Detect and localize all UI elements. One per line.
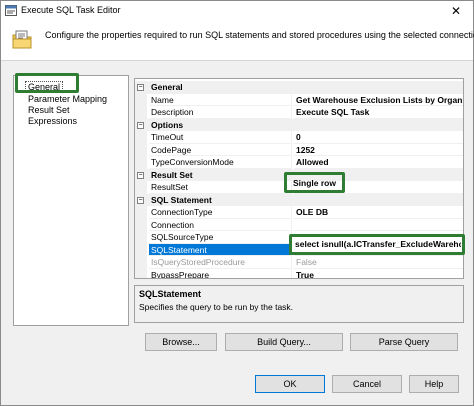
property-value[interactable]: 0: [294, 131, 463, 144]
resultset-value: Single row: [293, 178, 336, 188]
property-value[interactable]: Execute SQL Task: [294, 106, 463, 119]
property-value[interactable]: True: [294, 269, 463, 279]
page-navigation-list: General Parameter Mapping Result Set Exp…: [13, 75, 129, 326]
header-panel: Configure the properties required to run…: [1, 21, 474, 61]
collapse-icon[interactable]: −: [137, 121, 144, 129]
description-title: SQLStatement: [139, 289, 202, 299]
category-label: Options: [147, 118, 463, 131]
property-row-isquerystoredprocedure[interactable]: IsQueryStoredProcedure False: [135, 256, 463, 269]
title-bar: Execute SQL Task Editor ✕: [1, 1, 473, 21]
category-label: General: [147, 81, 463, 94]
property-row-connectiontype[interactable]: ConnectionType OLE DB: [135, 206, 463, 219]
close-button[interactable]: ✕: [439, 1, 473, 21]
property-label: Name: [149, 93, 292, 106]
category-label: SQL Statement: [147, 193, 463, 206]
property-value[interactable]: [294, 219, 463, 231]
property-label: ResultSet: [149, 181, 292, 194]
resultset-highlight-box[interactable]: Single row: [284, 172, 345, 193]
cancel-button[interactable]: Cancel: [332, 375, 402, 393]
property-value[interactable]: 1252: [294, 144, 463, 156]
property-label: IsQueryStoredProcedure: [149, 256, 292, 269]
property-value[interactable]: Allowed: [294, 156, 463, 169]
collapse-icon[interactable]: −: [137, 196, 144, 204]
category-sql-statement[interactable]: − SQL Statement: [135, 193, 463, 206]
sqlstatement-value: select isnull(a.ICTransfer_ExcludeWareho…: [295, 239, 461, 249]
property-label: SQLSourceType: [149, 231, 292, 244]
property-row-name[interactable]: Name Get Warehouse Exclusion Lists by Or…: [135, 93, 463, 106]
execute-sql-task-editor-window: Execute SQL Task Editor ✕ Configure the …: [0, 0, 474, 406]
sql-task-icon: [5, 5, 17, 16]
property-label: SQLStatement: [149, 243, 292, 256]
nav-item-result-set[interactable]: Result Set: [28, 105, 70, 115]
property-label: TypeConversionMode: [149, 156, 292, 169]
close-icon: ✕: [450, 4, 462, 18]
parse-query-button[interactable]: Parse Query: [350, 333, 458, 351]
property-value[interactable]: Get Warehouse Exclusion Lists by Organis…: [294, 94, 463, 106]
window-title: Execute SQL Task Editor: [21, 5, 121, 15]
header-description: Configure the properties required to run…: [45, 30, 474, 40]
property-row-codepage[interactable]: CodePage 1252: [135, 143, 463, 156]
category-general[interactable]: − General: [135, 81, 463, 94]
property-value[interactable]: OLE DB: [294, 206, 463, 219]
property-label: ConnectionType: [149, 206, 292, 219]
help-button[interactable]: Help: [409, 375, 459, 393]
category-options[interactable]: − Options: [135, 118, 463, 131]
property-label: Description: [149, 106, 292, 119]
collapse-icon[interactable]: −: [137, 84, 144, 91]
property-row-typeconversionmode[interactable]: TypeConversionMode Allowed: [135, 156, 463, 169]
property-value: False: [294, 256, 463, 269]
property-row-bypassprepare[interactable]: BypassPrepare True: [135, 268, 463, 279]
nav-item-parameter-mapping[interactable]: Parameter Mapping: [28, 94, 107, 104]
ok-button[interactable]: OK: [255, 375, 325, 393]
property-label: CodePage: [149, 143, 292, 156]
nav-item-expressions[interactable]: Expressions: [28, 116, 77, 126]
sqlstatement-highlight-box[interactable]: select isnull(a.ICTransfer_ExcludeWareho…: [289, 234, 465, 255]
property-row-connection[interactable]: Connection: [135, 218, 463, 231]
browse-button[interactable]: Browse...: [145, 333, 217, 351]
collapse-icon[interactable]: −: [137, 171, 144, 179]
folder-task-icon: [12, 30, 32, 49]
property-row-description[interactable]: Description Execute SQL Task: [135, 106, 463, 119]
property-description-panel: SQLStatement Specifies the query to be r…: [134, 285, 464, 323]
build-query-button[interactable]: Build Query...: [225, 333, 343, 351]
description-text: Specifies the query to be run by the tas…: [139, 302, 294, 312]
general-highlight-box: [15, 73, 79, 93]
property-label: TimeOut: [149, 131, 292, 144]
property-row-timeout[interactable]: TimeOut 0: [135, 131, 463, 144]
property-label: Connection: [149, 218, 292, 231]
property-label: BypassPrepare: [149, 268, 292, 278]
